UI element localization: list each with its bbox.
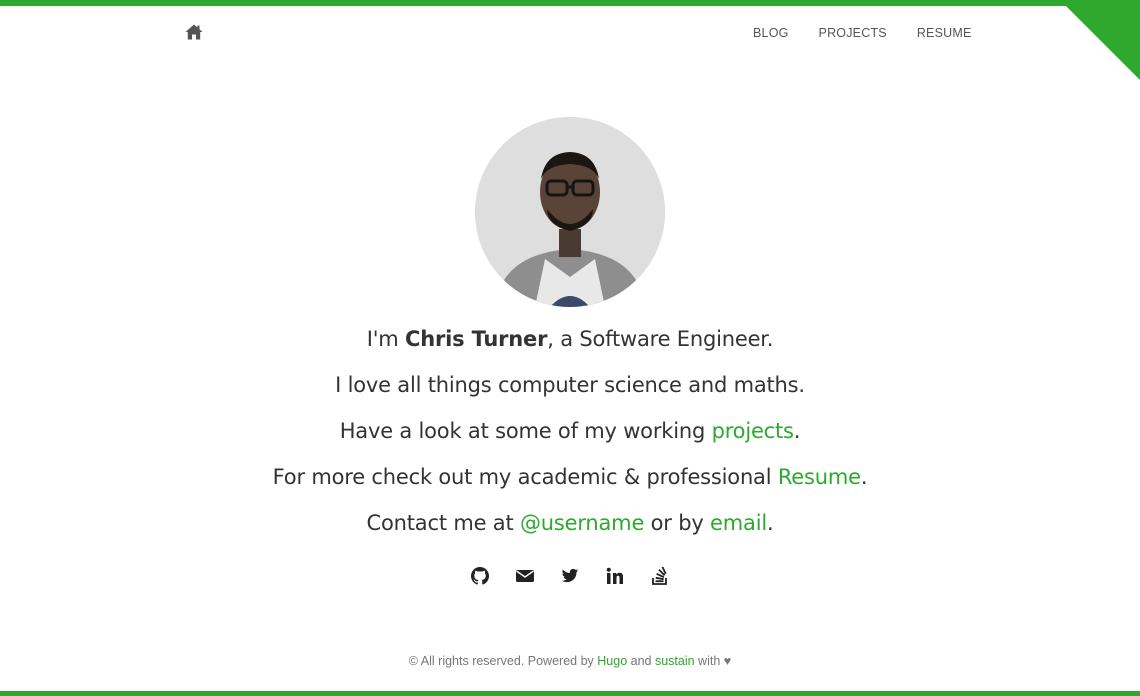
intro-line-5: Contact me at @username or by email. [366, 511, 774, 535]
intro-line-4: For more check out my academic & profess… [272, 465, 868, 489]
twitter-icon[interactable] [561, 567, 579, 585]
email-link[interactable]: email [710, 511, 767, 535]
nav-blog[interactable]: BLOG [738, 25, 804, 41]
intro-line-3: Have a look at some of my working projec… [339, 419, 801, 443]
projects-link[interactable]: projects [712, 419, 794, 443]
author-name: Chris Turner [405, 327, 548, 351]
intro-text: I'm Chris Turner, a Software Engineer. I… [0, 322, 1140, 552]
nav-projects[interactable]: PROJECTS [804, 25, 902, 41]
profile-avatar [475, 117, 665, 307]
hugo-link[interactable]: Hugo [597, 654, 627, 668]
home-icon[interactable] [185, 24, 203, 40]
social-links [0, 567, 1140, 585]
stackoverflow-icon[interactable] [651, 567, 669, 585]
intro-line-2: I love all things computer science and m… [335, 373, 805, 397]
github-icon[interactable] [471, 567, 489, 585]
linkedin-icon[interactable] [606, 567, 624, 585]
main-nav: BLOG PROJECTS RESUME [738, 25, 987, 41]
bottom-accent-bar [0, 691, 1140, 696]
envelope-icon[interactable] [516, 567, 534, 585]
heart-icon: ♥ [723, 654, 732, 668]
username-link[interactable]: @username [520, 511, 644, 535]
intro-line-1: I'm Chris Turner, a Software Engineer. [366, 327, 774, 351]
github-octocat-corner-icon[interactable] [1060, 0, 1140, 80]
top-accent-bar [0, 0, 1140, 6]
resume-link[interactable]: Resume [778, 465, 861, 489]
footer: © All rights reserved. Powered by Hugo a… [408, 654, 732, 668]
nav-resume[interactable]: RESUME [902, 25, 987, 41]
sustain-link[interactable]: sustain [655, 654, 695, 668]
